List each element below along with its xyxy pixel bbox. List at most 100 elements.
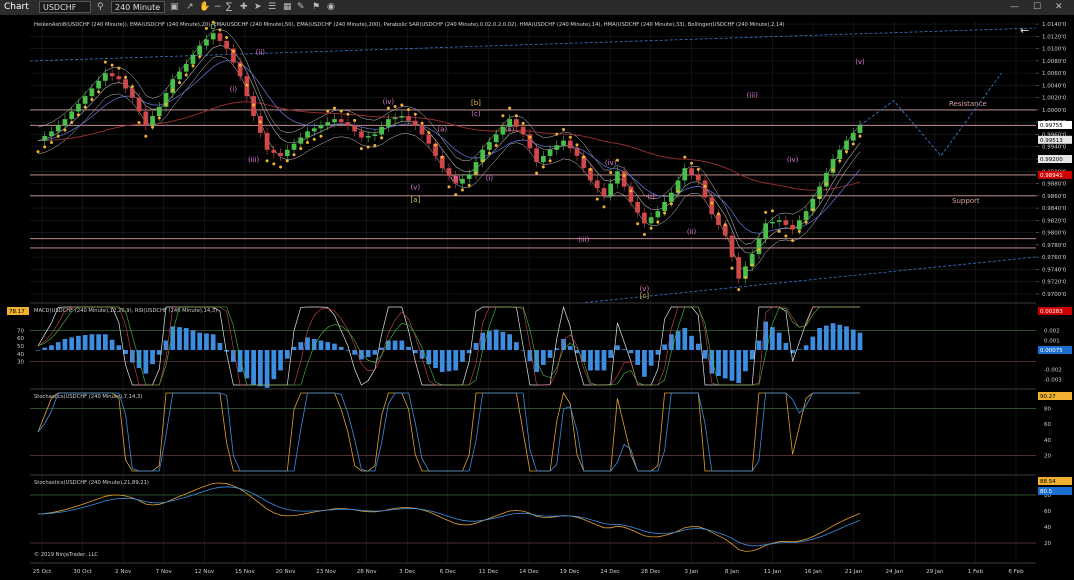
crosshair-icon[interactable]: ✚ xyxy=(240,1,248,13)
macd-histogram-bar xyxy=(190,330,196,350)
price-badge-text: 0.99513 xyxy=(1040,138,1063,144)
sar-dot xyxy=(76,113,80,117)
candle-body xyxy=(594,180,600,189)
candle-body xyxy=(695,174,701,181)
back-arrow-icon[interactable]: ← xyxy=(1020,24,1029,37)
sar-dot xyxy=(609,170,613,174)
candle-body xyxy=(722,224,728,236)
candle-body xyxy=(797,220,802,230)
candle-body xyxy=(190,54,196,64)
sar-dot xyxy=(501,114,505,118)
sar-dot xyxy=(225,36,229,40)
sar-dot xyxy=(124,75,128,79)
macd-histogram-bar xyxy=(682,327,688,350)
price-tick-label: 1.0020'0 xyxy=(1042,96,1067,102)
date-tick-label: 11 Jan xyxy=(764,569,782,575)
drawing-tools-icon[interactable]: ✎ xyxy=(297,1,305,13)
macd-histogram-bar xyxy=(480,332,486,350)
sar-dot xyxy=(36,150,40,154)
macd-histogram-bar xyxy=(507,334,512,350)
sar-dot xyxy=(238,63,242,67)
candle-body xyxy=(682,168,688,181)
sar-dot xyxy=(454,193,458,197)
sar-dot xyxy=(447,185,451,189)
hand-icon[interactable]: ✋ xyxy=(199,1,210,13)
candle-body xyxy=(379,126,384,135)
close-icon[interactable]: ✕ xyxy=(1055,1,1063,13)
candle-body xyxy=(554,145,560,150)
macd-histogram-bar xyxy=(621,349,627,350)
candle-body xyxy=(790,224,795,230)
data-box-icon[interactable]: ▦ xyxy=(283,1,292,13)
candle-body xyxy=(567,140,573,149)
date-tick-label: 7 Nov xyxy=(156,569,173,575)
macd-histogram-bar xyxy=(722,350,728,379)
candle-body xyxy=(419,125,425,135)
symbol-selector[interactable]: USDCHF xyxy=(39,1,91,13)
snapshot-icon[interactable]: ◉ xyxy=(327,1,335,13)
search-icon[interactable]: ⚲ xyxy=(97,1,104,13)
candle-body xyxy=(291,143,297,150)
wave-label: [c] xyxy=(640,292,650,300)
chart-menu-label[interactable]: Chart xyxy=(4,1,29,13)
stoch-slow-tick-label: 60 xyxy=(1044,509,1051,515)
price-indicators-label: HeikenAshi8(USDCHF (240 Minute)), EMA(US… xyxy=(34,22,785,28)
candle-body xyxy=(709,197,715,215)
chart-canvas[interactable]: HeikenAshi8(USDCHF (240 Minute)), EMA(US… xyxy=(0,15,1074,580)
chart-trader-icon[interactable]: ⚑ xyxy=(312,1,320,13)
price-tick-label: 0.9940'0 xyxy=(1042,145,1067,151)
macd-histogram-bar xyxy=(62,338,68,350)
macd-histogram-bar xyxy=(608,350,614,358)
candle-body xyxy=(642,212,647,224)
wave-label: (iii) xyxy=(747,92,759,100)
wave-label: [b] xyxy=(471,99,481,107)
macd-histogram-bar xyxy=(837,324,843,350)
price-badge-text: 0.99200 xyxy=(1040,157,1063,163)
candle-body xyxy=(204,39,209,46)
properties-icon[interactable]: ☰ xyxy=(268,1,276,13)
sar-dot xyxy=(359,147,363,151)
zoom-out-icon[interactable]: − xyxy=(214,1,222,13)
sar-dot xyxy=(171,88,175,92)
sar-dot xyxy=(508,106,512,110)
candle-body xyxy=(736,257,742,279)
sar-dot xyxy=(595,197,599,201)
macd-histogram-bar xyxy=(729,350,735,381)
cursor-icon[interactable]: ➤ xyxy=(254,1,262,13)
candle-body xyxy=(143,111,149,126)
macd-histogram-bar xyxy=(756,340,762,350)
macd-histogram-bar xyxy=(615,345,620,350)
bar-type-icon[interactable]: ▣ xyxy=(170,1,179,13)
macd-histogram-bar xyxy=(487,331,492,350)
pointer-icon[interactable]: ↗ xyxy=(186,1,194,13)
toolbar: Chart USDCHF ⚲ 240 Minute ▣ ↗ ✋ − ∑ ✚ ➤ … xyxy=(0,0,1074,16)
sar-dot xyxy=(326,109,330,113)
candle-body xyxy=(857,125,863,133)
candle-body xyxy=(89,88,95,97)
macd-histogram-bar xyxy=(298,342,304,350)
candle-body xyxy=(69,111,75,120)
wave-label: (v) xyxy=(411,184,421,192)
candle-body xyxy=(648,217,654,224)
candle-body xyxy=(311,128,317,132)
wave-label: [a] xyxy=(410,196,420,204)
price-tick-label: 0.9780'0 xyxy=(1042,243,1067,249)
interval-selector[interactable]: 240 Minute xyxy=(111,1,165,13)
macd-badge-text: 0.00075 xyxy=(1040,348,1063,354)
minimize-icon[interactable]: — xyxy=(1010,1,1019,13)
macd-histogram-bar xyxy=(284,350,290,359)
macd-histogram-bar xyxy=(797,349,802,350)
stoch-fast-tick-label: 60 xyxy=(1044,422,1051,428)
candle-body xyxy=(655,211,661,218)
sar-dot xyxy=(555,132,559,136)
sar-dot xyxy=(427,131,431,135)
price-badge-text: 0.99755 xyxy=(1040,123,1063,129)
macd-histogram-bar xyxy=(460,350,465,362)
candle-body xyxy=(547,149,553,156)
macd-histogram-bar xyxy=(109,339,115,350)
indicators-icon[interactable]: ∑ xyxy=(226,1,232,13)
candle-body xyxy=(318,125,324,129)
maximize-icon[interactable]: ☐ xyxy=(1033,1,1041,13)
sar-dot xyxy=(413,112,417,116)
date-tick-label: 19 Dec xyxy=(560,569,580,575)
